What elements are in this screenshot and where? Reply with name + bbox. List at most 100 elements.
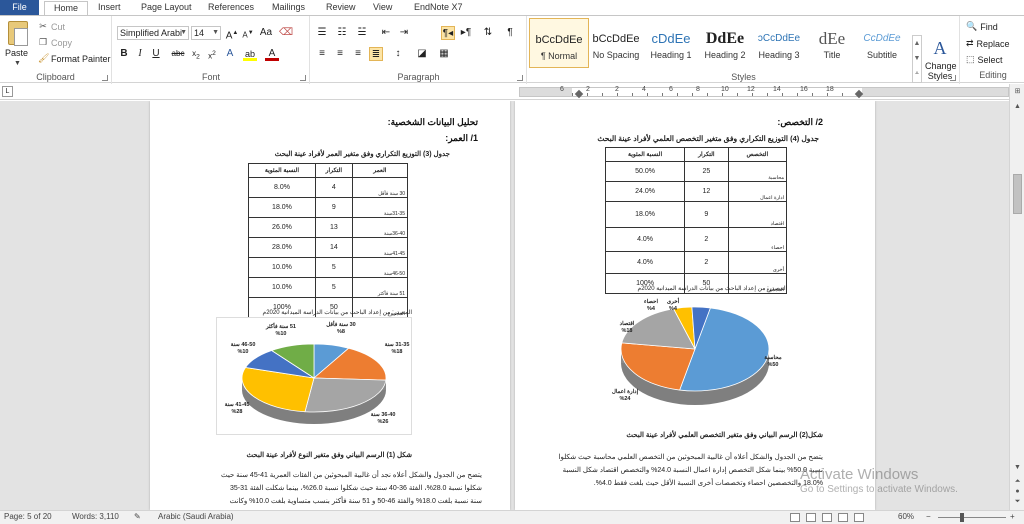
style-heading-3[interactable]: ɔCcDdEe Heading 3	[749, 18, 809, 68]
replace-button[interactable]: ⇄ Replace	[966, 38, 1010, 49]
table-row: 26.0% 13 36-40سنة	[248, 217, 409, 238]
tab-selector[interactable]: L	[2, 86, 13, 97]
paragraph-dialog-launcher[interactable]	[517, 75, 523, 81]
table-cell: احصاء	[727, 227, 788, 252]
table-source: المصدر: من إعداد الباحث من بيانات الدراس…	[262, 310, 412, 316]
table-cell: 36-40سنة	[351, 217, 409, 238]
pie-label: 30 سنة فأقل	[326, 319, 356, 328]
cut-button[interactable]: ✂ Cut	[38, 21, 65, 32]
align-right-icon[interactable]: ≡	[351, 47, 365, 61]
font-name-combo[interactable]: Simplified Arabi ▼	[117, 26, 189, 40]
clipboard-dialog-launcher[interactable]	[102, 75, 108, 81]
scroll-down-icon[interactable]: ▼	[1012, 462, 1023, 473]
grow-font-icon[interactable]: A▲	[225, 26, 239, 41]
underline-button[interactable]: U	[149, 47, 163, 61]
strikethrough-button[interactable]: abc	[171, 47, 185, 61]
copy-button[interactable]: ❐ Copy	[38, 37, 72, 48]
decrease-indent-icon[interactable]: ⇤	[379, 26, 393, 40]
paintbrush-icon: 🖌	[38, 53, 50, 63]
highlight-icon[interactable]: ab	[243, 47, 257, 61]
pie-value-label: %50	[767, 362, 778, 368]
zoom-in-icon[interactable]: +	[1010, 512, 1015, 521]
ltr-direction-icon[interactable]: ▸¶	[459, 26, 473, 40]
increase-indent-icon[interactable]: ⇥	[397, 26, 411, 40]
subscript-button[interactable]: x2	[189, 47, 203, 61]
shading-icon[interactable]: ◪	[415, 47, 429, 61]
draft-icon[interactable]	[854, 513, 864, 522]
ruler-number: 14	[773, 86, 781, 93]
pie-value-label: %26	[377, 419, 388, 425]
tab-endnote[interactable]: EndNote X7	[414, 1, 463, 15]
tab-view[interactable]: View	[373, 1, 392, 15]
tab-review[interactable]: Review	[326, 1, 356, 15]
scroll-thumb[interactable]	[1013, 174, 1022, 214]
style-heading-1[interactable]: cDdEe Heading 1	[641, 18, 701, 68]
align-center-icon[interactable]: ≡	[333, 47, 347, 61]
next-page-icon[interactable]: ⏷	[1012, 496, 1023, 507]
font-size-combo[interactable]: 14 ▼	[191, 26, 221, 40]
table-header: التكرار	[314, 163, 353, 178]
pie-label: احصاء	[644, 298, 658, 305]
table-cell: 25	[684, 161, 729, 182]
style-no-spacing[interactable]: bCcDdEe No Spacing	[586, 18, 646, 68]
clear-formatting-icon[interactable]: ⌫	[279, 26, 293, 40]
format-painter-button[interactable]: 🖌 Format Painter	[38, 53, 111, 64]
justify-icon[interactable]: ≣	[369, 47, 383, 61]
full-screen-icon[interactable]	[806, 513, 816, 522]
scroll-up-icon[interactable]: ▲	[1012, 101, 1023, 112]
multilevel-list-icon[interactable]: ☱	[355, 26, 369, 40]
chevron-down-icon[interactable]: ▼	[14, 60, 21, 67]
text-effects-icon[interactable]: A	[223, 47, 237, 61]
table-cell: 5	[314, 277, 353, 298]
change-case-icon[interactable]: Aa	[259, 26, 273, 40]
bold-button[interactable]: B	[117, 47, 131, 61]
style-gallery-scroll[interactable]: ▲ ▼ ⩡	[912, 35, 922, 83]
vertical-scrollbar[interactable]: ⊞ ▲ ▼ ⏶ ● ⏷	[1009, 84, 1024, 510]
line-spacing-icon[interactable]: ↕	[391, 47, 405, 61]
style-gallery: bCcDdEe ¶ Normal bCcDdEe No Spacing cDdE…	[529, 18, 911, 68]
zoom-out-icon[interactable]: −	[926, 512, 931, 521]
font-dialog-launcher[interactable]	[300, 75, 306, 81]
change-styles-button[interactable]: A Change Styles	[925, 35, 957, 81]
bullets-icon[interactable]: ☰	[315, 26, 329, 40]
zoom-slider-thumb[interactable]	[960, 513, 964, 522]
italic-button[interactable]: I	[133, 47, 147, 61]
style-normal[interactable]: bCcDdEe ¶ Normal	[529, 18, 589, 68]
paste-icon[interactable]	[8, 21, 28, 46]
tab-page-layout[interactable]: Page Layout	[141, 1, 192, 15]
style-subtitle[interactable]: CcDdEe Subtitle	[852, 18, 912, 68]
ruler-toggle-icon[interactable]: ⊞	[1012, 86, 1023, 97]
editing-group-label: Editing	[979, 70, 1007, 80]
print-layout-icon[interactable]	[790, 513, 800, 522]
borders-icon[interactable]: ▦	[437, 47, 451, 61]
tab-insert[interactable]: Insert	[98, 1, 121, 15]
shrink-font-icon[interactable]: A▼	[241, 26, 255, 40]
style-heading-2[interactable]: DdEe Heading 2	[695, 18, 755, 68]
rtl-direction-icon[interactable]: ¶◂	[441, 26, 455, 40]
section-heading: 2/ التخصص:	[777, 117, 823, 127]
numbering-icon[interactable]: ☷	[335, 26, 349, 40]
select-button[interactable]: ⬚ Select	[966, 54, 1003, 65]
web-layout-icon[interactable]	[822, 513, 832, 522]
superscript-button[interactable]: x2	[205, 47, 219, 61]
horizontal-ruler[interactable]: 6 2 2 4 6 8 10 12 14 16 18	[519, 86, 1009, 99]
tab-file[interactable]: File	[0, 0, 39, 15]
outline-icon[interactable]	[838, 513, 848, 522]
word-count[interactable]: Words: 3,110	[72, 512, 119, 521]
language-indicator[interactable]: Arabic (Saudi Arabia)	[158, 512, 234, 521]
table-header: العمر	[351, 163, 409, 178]
font-color-icon[interactable]: A	[265, 47, 279, 61]
align-left-icon[interactable]: ≡	[315, 47, 329, 61]
page-right[interactable]: 2/ التخصص: جدول (4) التوزيع التكراري وفق…	[515, 101, 875, 510]
show-marks-icon[interactable]: ¶	[503, 26, 517, 40]
sort-icon[interactable]: ⇅	[481, 26, 495, 40]
page-count[interactable]: Page: 5 of 20	[4, 512, 52, 521]
page-left[interactable]: تحليل البيانات الشخصية: 1/ العمر: جدول (…	[150, 101, 510, 510]
tab-references[interactable]: References	[208, 1, 254, 15]
zoom-slider[interactable]	[938, 517, 1006, 518]
paste-button[interactable]: Paste	[5, 48, 28, 58]
proofing-icon[interactable]: ✎	[134, 512, 141, 521]
zoom-level[interactable]: 60%	[898, 512, 914, 521]
tab-mailings[interactable]: Mailings	[272, 1, 305, 15]
find-button[interactable]: 🔍 Find	[966, 21, 998, 32]
